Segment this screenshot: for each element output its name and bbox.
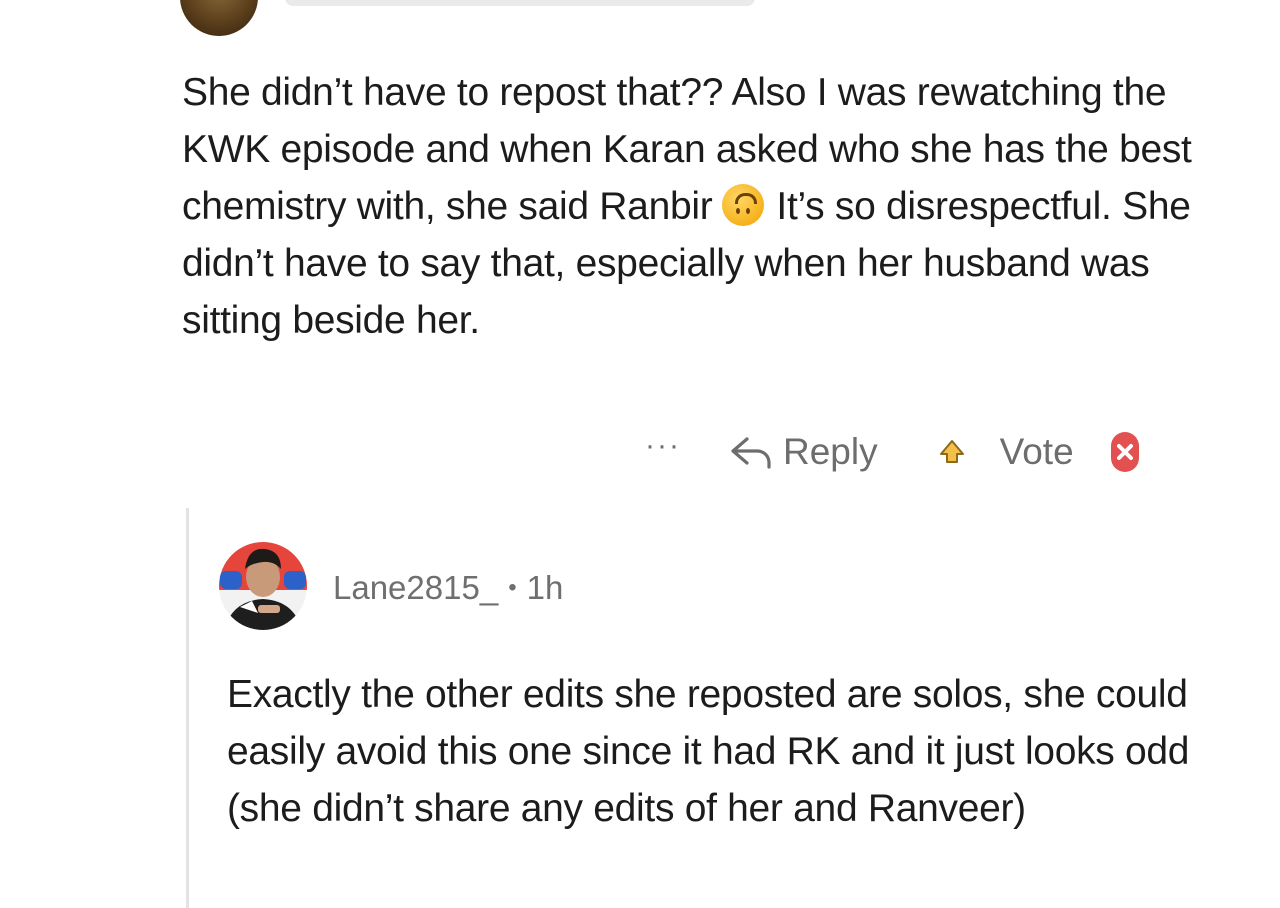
reply-label: Reply <box>782 431 878 472</box>
reply-text: Exactly the other edits she reposted are… <box>227 673 1190 830</box>
meta-separator: • <box>508 574 517 601</box>
upvote-arrow-icon[interactable] <box>938 438 966 466</box>
parent-comment-text: She didn’t have to repost that?? Also I … <box>182 64 1222 349</box>
reply-avatar[interactable] <box>218 535 308 637</box>
vote-control: Vote <box>938 430 1142 474</box>
comment-action-bar: ··· Reply Vote <box>645 428 1142 476</box>
downvote-arrow-icon[interactable] <box>1108 430 1142 474</box>
parent-avatar[interactable] <box>180 0 258 36</box>
reply-meta: Lane2815_ • 1h <box>333 564 563 612</box>
upside-down-face-emoji-icon <box>722 184 765 226</box>
vote-label: Vote <box>999 431 1074 472</box>
reply-arrow-icon <box>731 437 771 469</box>
parent-meta-cropped <box>285 0 755 6</box>
reply-comment-text: Exactly the other edits she reposted are… <box>227 666 1257 837</box>
thread-line[interactable] <box>186 508 189 908</box>
reply-timestamp: 1h <box>526 569 564 606</box>
reply-button[interactable]: Reply <box>729 431 878 473</box>
reply-username[interactable]: Lane2815_ <box>333 569 498 607</box>
more-options-button[interactable]: ··· <box>645 431 681 461</box>
